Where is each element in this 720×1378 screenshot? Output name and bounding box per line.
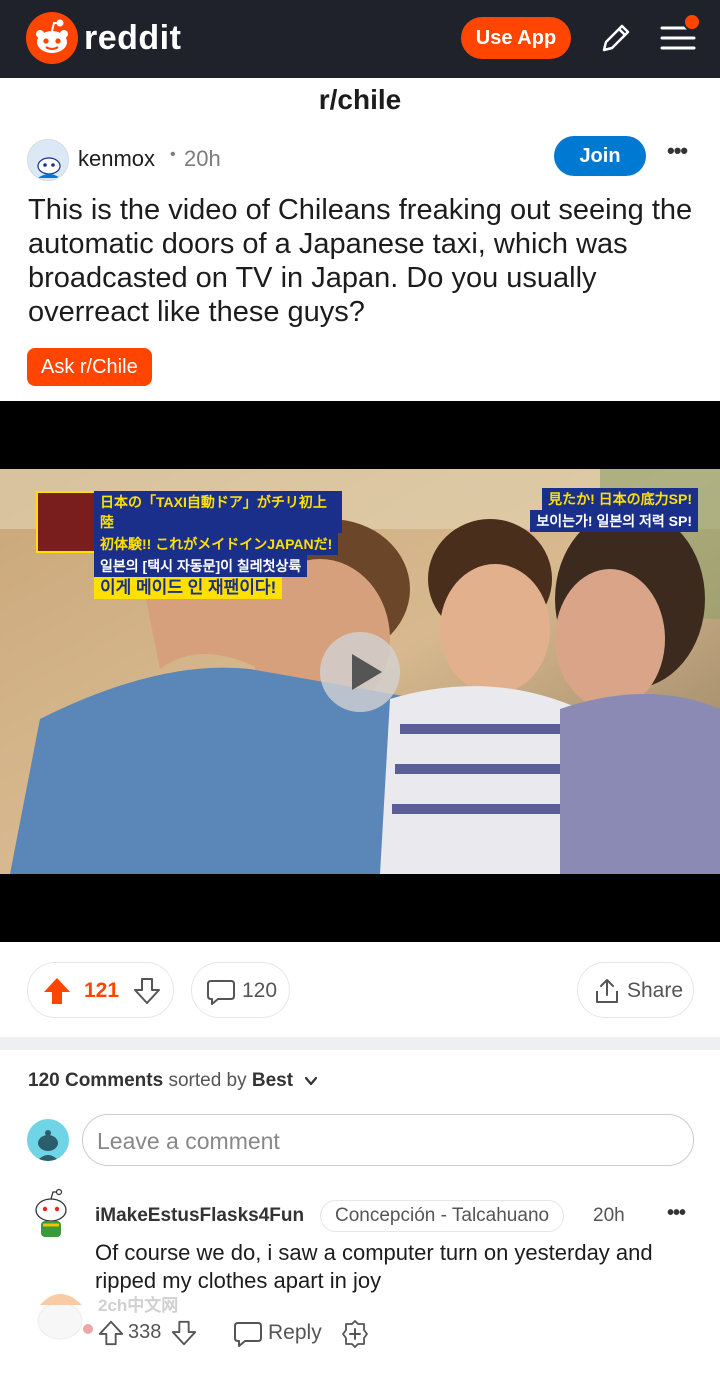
comment-upvote-arrow-icon[interactable] (97, 1319, 125, 1347)
reply-button[interactable]: Reply (268, 1321, 322, 1345)
comment-downvote-arrow-icon[interactable] (170, 1319, 198, 1347)
watermark-text: 2ch中文网 (98, 1296, 179, 1315)
post-author[interactable]: kenmox (78, 146, 155, 172)
post-title[interactable]: This is the video of Chileans freaking o… (28, 193, 698, 329)
caption-left-line-4: 이게 메이드 인 재팬이다! (94, 577, 283, 599)
downvote-arrow-icon[interactable] (132, 976, 162, 1006)
subreddit-title[interactable]: r/chile (0, 84, 720, 116)
comment-age: 20h (593, 1205, 625, 1226)
use-app-button[interactable]: Use App (461, 17, 571, 59)
caption-right-line-2: 보이는가! 일본의 저력 SP! (530, 510, 698, 532)
video-caption-left: 日本の「TAXI自動ドア」がチリ初上陸 初体験!! これがメイドインJAPANだ… (36, 491, 342, 599)
comment-more-options-icon[interactable]: ••• (667, 1202, 686, 1225)
current-user-avatar (27, 1119, 69, 1161)
create-post-pencil-icon[interactable] (598, 20, 634, 56)
share-button[interactable]: Share (577, 962, 694, 1018)
comment-count: 120 (242, 979, 278, 1002)
play-button-icon[interactable] (320, 632, 400, 712)
reddit-logo[interactable]: reddit (26, 12, 181, 64)
caption-right-line-1: 見たか! 日本の底力SP! (542, 488, 698, 510)
comment-score: 338 (128, 1321, 162, 1343)
vote-control: 121 (27, 962, 174, 1018)
join-button[interactable]: Join (554, 136, 646, 176)
vote-count: 121 (84, 979, 120, 1002)
comment-user-flair: Concepción - Talcahuano (320, 1200, 565, 1232)
comment-username[interactable]: iMakeEstusFlasks4Fun (95, 1205, 304, 1227)
comments-button[interactable]: 120 (191, 962, 290, 1018)
section-divider (0, 1037, 720, 1050)
caption-left-line-3: 일본의 [택시 자동문]이 칠레첫상륙 (94, 555, 308, 577)
comment-action-bar: 338 Reply (0, 1314, 720, 1354)
notification-dot (683, 13, 701, 31)
chevron-down-icon (305, 1076, 318, 1086)
author-avatar[interactable] (27, 139, 69, 181)
upvote-arrow-icon[interactable] (42, 976, 72, 1006)
post-more-options-icon[interactable]: ••• (667, 138, 688, 164)
top-navigation-bar: reddit Use App (0, 0, 720, 78)
comment-sort-selector[interactable]: 120 Comments sorted by Best (28, 1070, 318, 1092)
comment-input[interactable]: Leave a comment (82, 1114, 694, 1166)
video-caption-right: 見たか! 日本の底力SP! 보이는가! 일본의 저력 SP! (502, 488, 698, 532)
commenter-avatar[interactable] (30, 1188, 72, 1244)
comment-input-placeholder: Leave a comment (97, 1128, 280, 1154)
post-age: 20h (184, 146, 221, 171)
reply-bubble-icon[interactable] (233, 1319, 263, 1349)
brand-name: reddit (84, 18, 182, 57)
sorted-by-text: sorted by (168, 1070, 247, 1091)
comments-count-label: 120 Comments (28, 1070, 164, 1091)
post-flair[interactable]: Ask r/Chile (27, 348, 152, 386)
caption-left-line-2: 初体験!! これがメイドインJAPANだ! (94, 533, 339, 555)
share-icon (593, 977, 621, 1005)
caption-left-line-1: 日本の「TAXI自動ドア」がチリ初上陸 (94, 491, 342, 533)
sort-value: Best (251, 1070, 294, 1091)
reddit-snoo-icon (26, 12, 78, 64)
comment-bubble-icon (206, 977, 236, 1007)
video-player[interactable]: 日本の「TAXI自動ドア」がチリ初上陸 初体験!! これがメイドインJAPANだ… (0, 401, 720, 942)
share-label: Share (627, 979, 684, 1002)
award-plus-icon[interactable] (340, 1319, 370, 1349)
separator-dot: • (170, 146, 176, 163)
post-action-bar: 121 120 Share (0, 962, 720, 1018)
